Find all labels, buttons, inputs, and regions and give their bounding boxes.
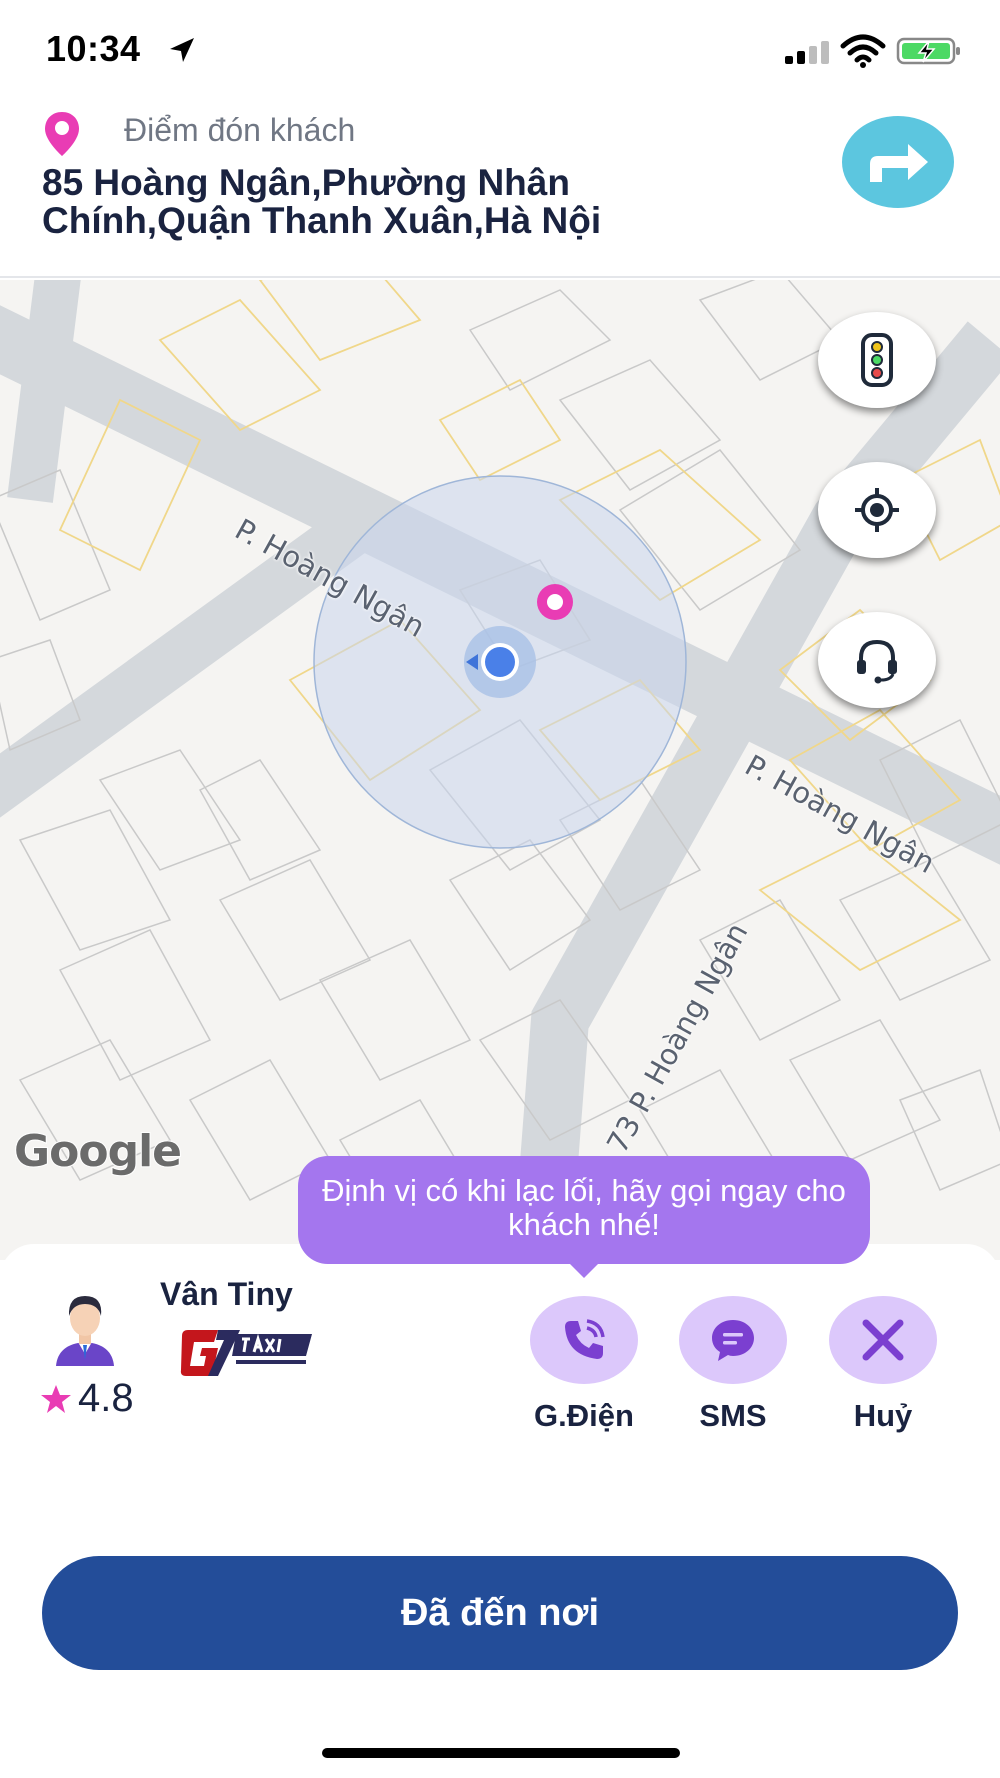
- cancel-label: Huỷ: [853, 1398, 913, 1433]
- traffic-button[interactable]: [818, 312, 936, 408]
- sms-button[interactable]: [679, 1296, 787, 1384]
- status-time: 10:34: [46, 28, 141, 69]
- turn-right-arrow-icon: [870, 144, 928, 182]
- driver-rating: 4.8: [40, 1376, 134, 1421]
- call-button[interactable]: [530, 1296, 638, 1384]
- wifi-icon: [840, 34, 886, 68]
- headset-support-icon: [857, 639, 897, 684]
- message-icon: [712, 1320, 754, 1361]
- phone-icon: [565, 1319, 605, 1359]
- call-action[interactable]: G.Điện: [519, 1296, 649, 1434]
- my-location-button[interactable]: [818, 462, 936, 558]
- g7-taxi-logo: [180, 1330, 312, 1376]
- driver-avatar-icon: [56, 1296, 114, 1366]
- navigate-button[interactable]: [842, 116, 954, 208]
- cancel-action[interactable]: Huỷ: [818, 1296, 948, 1434]
- sms-label: SMS: [699, 1398, 767, 1433]
- sms-action[interactable]: SMS: [668, 1296, 798, 1434]
- home-indicator: [322, 1748, 680, 1758]
- map-pin-icon: [45, 112, 79, 156]
- tooltip-arrow: [568, 1262, 600, 1278]
- location-arrow-icon: [170, 38, 194, 62]
- star-icon: [41, 1384, 71, 1413]
- rating-value: 4.8: [78, 1376, 134, 1420]
- support-button[interactable]: [818, 612, 936, 708]
- pickup-address: 85 Hoàng Ngân,Phường Nhân Chính,Quận Tha…: [42, 162, 602, 241]
- pickup-label: Điểm đón khách: [124, 112, 356, 148]
- traffic-light-icon: [861, 333, 893, 387]
- arrived-button[interactable]: Đã đến nơi: [42, 1556, 958, 1670]
- call-label: G.Điện: [534, 1398, 634, 1433]
- google-attribution[interactable]: Google: [13, 1125, 183, 1178]
- cellular-signal-icon: [785, 41, 829, 64]
- my-location-icon: [855, 488, 899, 532]
- trip-bottom-sheet: Vân Tiny 4.8 G.Điện SMS Huỷ Đã đến nơi: [0, 1244, 1000, 1778]
- pickup-header: Điểm đón khách 85 Hoàng Ngân,Phường Nhân…: [0, 100, 1000, 278]
- map-view[interactable]: P. Hoàng Ngân P. Hoàng Ngân 73 P. Hoàng …: [0, 280, 1000, 1260]
- call-hint-tooltip: Định vị có khi lạc lối, hãy gọi ngay cho…: [298, 1156, 870, 1264]
- battery-charging-icon: [896, 37, 960, 65]
- close-icon: [862, 1319, 904, 1361]
- cancel-button[interactable]: [829, 1296, 937, 1384]
- driver-name: Vân Tiny: [160, 1276, 293, 1312]
- map-base: [0, 280, 1000, 1260]
- status-bar: 10:34: [0, 0, 1000, 100]
